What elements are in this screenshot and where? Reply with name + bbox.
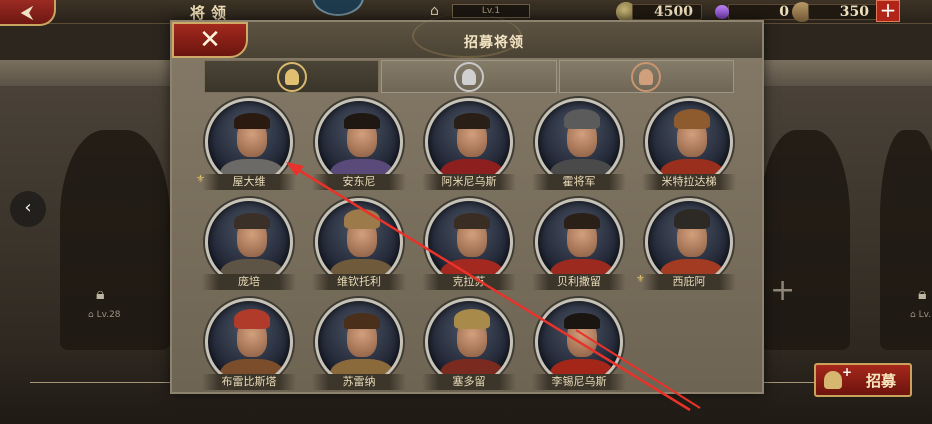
hero-card[interactable]: 布雷比斯塔 xyxy=(202,298,296,390)
hero-name: 李锡尼乌斯 xyxy=(532,374,626,390)
hero-name: 塞多留 xyxy=(422,374,516,390)
back-arrow-icon: ⮜ xyxy=(20,1,34,23)
hero-card[interactable]: 李锡尼乌斯 xyxy=(532,298,626,390)
tab-bronze[interactable] xyxy=(558,60,734,93)
hero-name: 霍将军 xyxy=(532,174,626,190)
gold-helmet-icon xyxy=(276,61,307,92)
wings-badge-icon: ⚜ xyxy=(636,274,645,285)
tab-gold[interactable] xyxy=(204,60,380,93)
wings-badge-icon: ⚜ xyxy=(196,174,205,185)
hero-card[interactable]: 阿米尼乌斯 xyxy=(422,98,516,190)
silver-helmet-icon xyxy=(453,61,484,92)
hero-grid: 屋大维 ⚜ 安东尼 阿米尼乌斯 霍将军 米特拉达梯庞培 维钦托利 克拉苏 贝利撒留 西庇阿 ⚜ 布雷比… xyxy=(196,98,742,394)
gem-value: 0 xyxy=(728,4,798,20)
temple-icon: ⌂ xyxy=(910,310,919,320)
hero-portrait xyxy=(315,198,403,286)
helmet-icon xyxy=(824,371,842,389)
hero-name: 米特拉达梯 xyxy=(642,174,736,190)
hero-card[interactable]: 屋大维 ⚜ xyxy=(196,98,296,190)
hero-portrait xyxy=(645,98,733,186)
slot-level-text: Lv. xyxy=(918,310,932,320)
recruit-button[interactable]: + 招募 xyxy=(814,363,912,397)
hero-card[interactable]: 贝利撒留 xyxy=(532,198,626,290)
sparkle-plus-icon: + xyxy=(842,365,853,379)
hero-card[interactable]: 安东尼 xyxy=(312,98,406,190)
resource-gems: 0 xyxy=(712,2,798,22)
temple-icon: ⌂ xyxy=(88,310,97,320)
hero-name: 克拉苏 xyxy=(422,274,516,290)
hero-name: 苏雷纳 xyxy=(312,374,406,390)
hero-card[interactable]: 霍将军 xyxy=(532,98,626,190)
hero-portrait xyxy=(535,298,623,386)
hero-portrait xyxy=(315,298,403,386)
slot-level-label: ⌂ Lv.28 xyxy=(88,310,121,320)
hero-card[interactable]: 苏雷纳 xyxy=(312,298,406,390)
close-button[interactable]: ✕ xyxy=(172,22,248,58)
slot-level-text: Lv.28 xyxy=(96,310,121,320)
add-slot-button[interactable]: + xyxy=(770,276,795,306)
bronze-helmet-icon xyxy=(631,61,662,92)
hero-portrait xyxy=(535,198,623,286)
hero-portrait xyxy=(645,198,733,286)
previous-arrow-button[interactable]: ‹ xyxy=(10,191,46,227)
hero-card[interactable]: 克拉苏 xyxy=(422,198,516,290)
recruit-general-modal: 招募将领 ✕ 屋大维 ⚜ 安东尼 阿米尼乌斯 霍将军 米特拉达梯庞培 维钦托利 克拉苏 贝利撒留… xyxy=(170,14,764,394)
resource-supplies: 350 xyxy=(792,2,878,22)
slot-level-label: ⌂ Lv. xyxy=(910,310,931,320)
divider-line xyxy=(30,382,170,383)
recruit-button-label: 招募 xyxy=(865,371,896,390)
hero-name: 维钦托利 xyxy=(312,274,406,290)
hero-name: 贝利撒留 xyxy=(532,274,626,290)
modal-header: 招募将领 xyxy=(172,14,762,58)
hero-name: 庞培 xyxy=(202,274,296,290)
hero-card[interactable]: 西庇阿 ⚜ xyxy=(636,198,736,290)
coin-value: 4500 xyxy=(632,4,702,20)
hero-portrait xyxy=(205,98,293,186)
lock-icon: 🔒︎ xyxy=(96,284,105,303)
hero-portrait xyxy=(425,298,513,386)
tab-silver[interactable] xyxy=(381,60,557,93)
hero-portrait xyxy=(205,198,293,286)
hero-portrait xyxy=(315,98,403,186)
back-button[interactable]: ⮜ xyxy=(0,0,56,26)
hero-name: 安东尼 xyxy=(312,174,406,190)
hero-portrait xyxy=(425,198,513,286)
add-resource-button[interactable]: + xyxy=(876,0,900,22)
hero-card[interactable]: 庞培 xyxy=(202,198,296,290)
resource-coins: 4500 xyxy=(616,2,702,22)
general-silhouette xyxy=(760,130,850,350)
rarity-tabs xyxy=(204,60,734,93)
lock-icon: 🔒︎ xyxy=(918,284,927,303)
hero-portrait xyxy=(205,298,293,386)
hero-name: 阿米尼乌斯 xyxy=(422,174,516,190)
close-icon: ✕ xyxy=(199,25,221,55)
hero-portrait xyxy=(535,98,623,186)
divider-line xyxy=(764,382,814,383)
hero-portrait xyxy=(425,98,513,186)
hero-card[interactable]: 塞多留 xyxy=(422,298,516,390)
hero-card[interactable]: 米特拉达梯 xyxy=(642,98,736,190)
supply-value: 350 xyxy=(808,4,878,20)
hero-name: 布雷比斯塔 xyxy=(202,374,296,390)
hero-card[interactable]: 维钦托利 xyxy=(312,198,406,290)
